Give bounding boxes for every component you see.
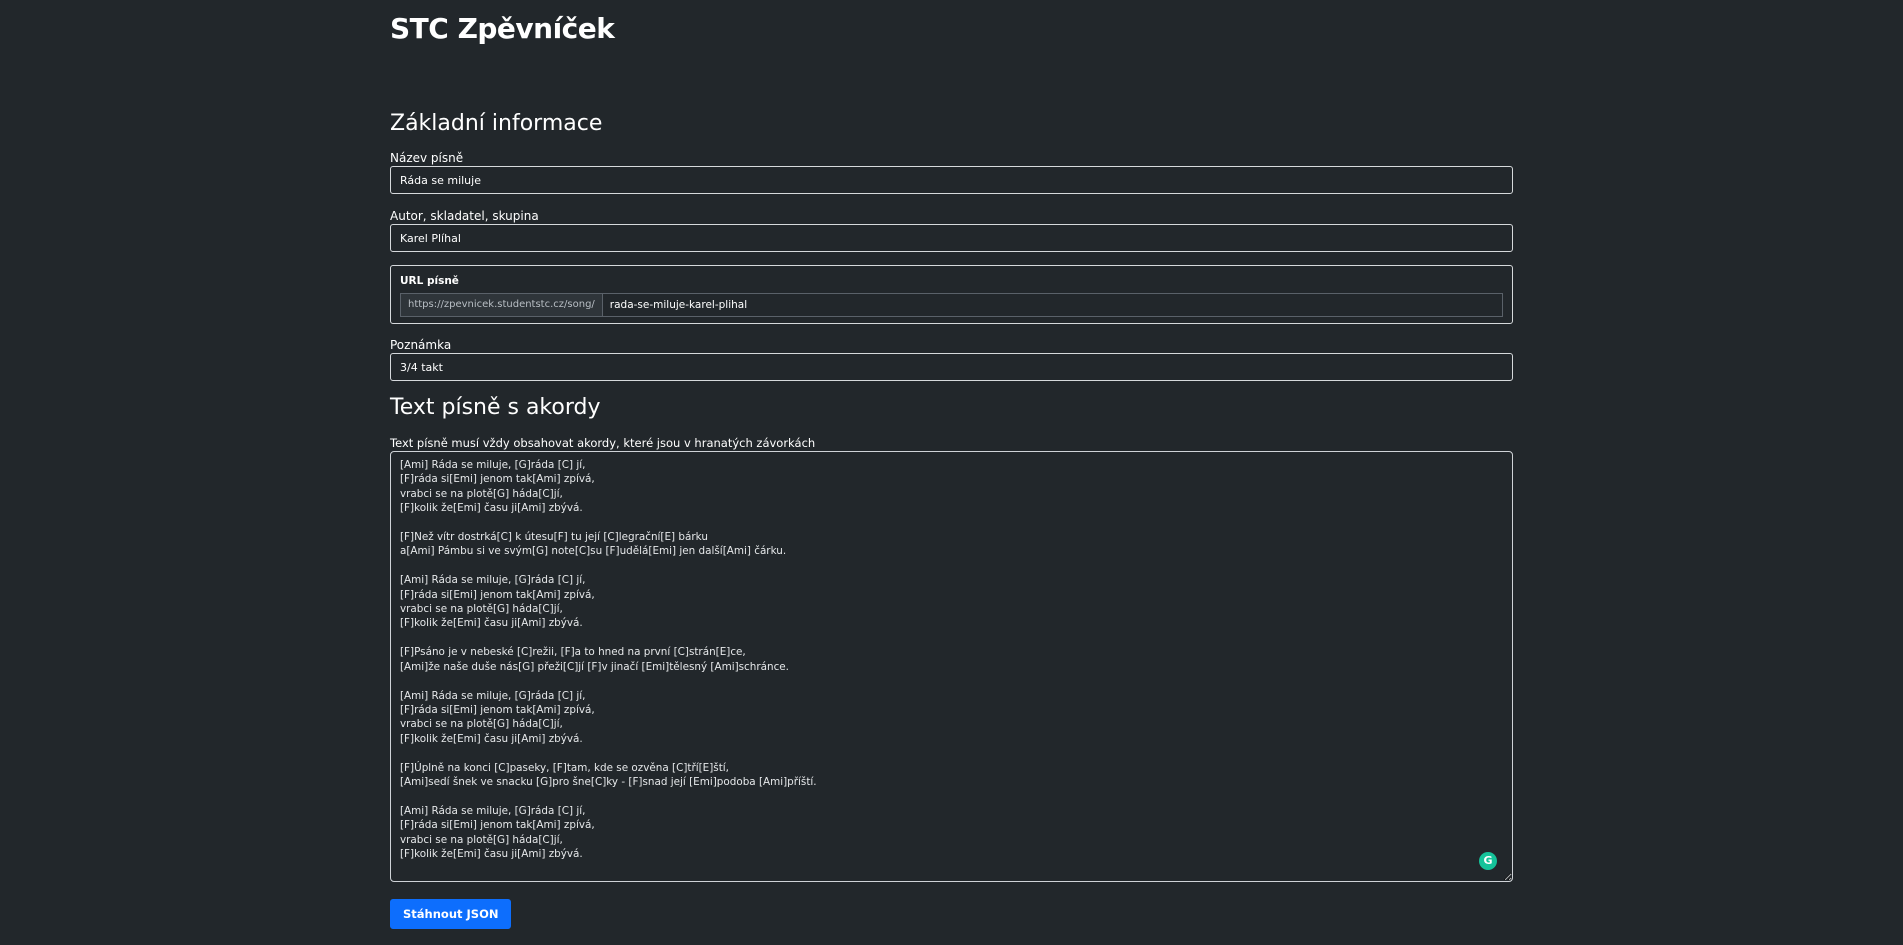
lyrics-heading: Text písně s akordy bbox=[390, 395, 601, 420]
author-label: Autor, skladatel, skupina bbox=[390, 209, 539, 223]
note-input[interactable] bbox=[390, 353, 1513, 381]
url-label: URL písně bbox=[400, 275, 459, 287]
url-input-group: https://zpevnicek.studentstc.cz/song/ bbox=[400, 293, 1503, 317]
grammarly-icon[interactable]: G bbox=[1479, 852, 1497, 870]
url-field-group: URL písně https://zpevnicek.studentstc.c… bbox=[390, 265, 1513, 324]
note-label: Poznámka bbox=[390, 338, 452, 352]
app-title: STC Zpěvníček bbox=[390, 12, 615, 45]
song-name-label: Název písně bbox=[390, 151, 464, 165]
author-input[interactable] bbox=[390, 224, 1513, 252]
url-prefix: https://zpevnicek.studentstc.cz/song/ bbox=[401, 294, 603, 316]
download-json-button[interactable]: Stáhnout JSON bbox=[390, 899, 512, 929]
song-name-input[interactable] bbox=[390, 166, 1513, 194]
lyrics-help-text: Text písně musí vždy obsahovat akordy, k… bbox=[390, 436, 816, 450]
lyrics-textarea[interactable]: [Ami] Ráda se miluje, [G]ráda [C] jí, [F… bbox=[390, 451, 1513, 882]
basic-info-heading: Základní informace bbox=[390, 111, 603, 136]
url-slug-input[interactable] bbox=[602, 294, 1502, 316]
